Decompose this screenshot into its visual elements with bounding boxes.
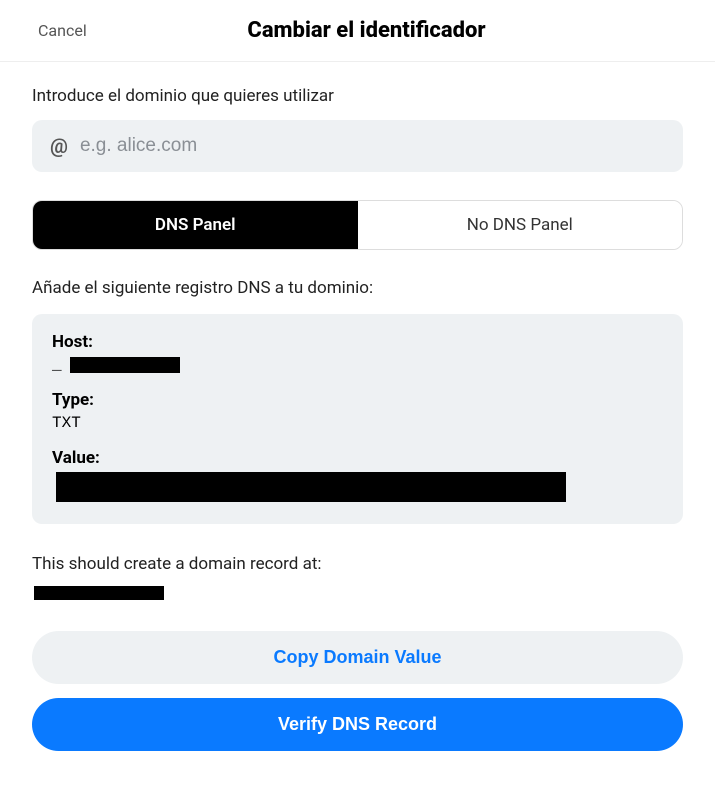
copy-domain-value-button[interactable]: Copy Domain Value [32, 631, 683, 684]
dns-host-field: Host: _ [52, 332, 663, 374]
domain-input-wrap[interactable]: @ [32, 120, 683, 172]
tab-group: DNS Panel No DNS Panel [32, 200, 683, 250]
domain-intro-label: Introduce el dominio que quieres utiliza… [32, 86, 683, 106]
modal-title: Cambiar el identificador [247, 18, 485, 43]
verify-dns-record-button[interactable]: Verify DNS Record [32, 698, 683, 751]
dns-record-box: Host: _ Type: TXT Value: [32, 314, 683, 524]
at-icon: @ [50, 134, 68, 158]
dns-value-field: Value: [52, 448, 663, 502]
redacted-host [70, 357, 180, 373]
tab-dns-panel[interactable]: DNS Panel [33, 201, 358, 249]
dns-instruction: Añade el siguiente registro DNS a tu dom… [32, 278, 683, 298]
record-note: This should create a domain record at: [32, 554, 683, 574]
dns-host-value: _ [52, 356, 663, 374]
tab-no-dns-panel[interactable]: No DNS Panel [358, 201, 683, 249]
dns-value-label: Value: [52, 448, 663, 468]
record-value [32, 582, 683, 601]
dns-host-label: Host: [52, 332, 663, 352]
scroll-area[interactable]: Introduce el dominio que quieres utiliza… [0, 62, 715, 787]
domain-input[interactable] [80, 135, 665, 157]
redacted-value [56, 472, 566, 502]
dns-type-value: TXT [52, 414, 663, 432]
cancel-button[interactable]: Cancel [38, 21, 87, 40]
dns-type-label: Type: [52, 390, 663, 410]
modal-header: Cancel Cambiar el identificador [0, 0, 715, 62]
dns-type-field: Type: TXT [52, 390, 663, 432]
content: Introduce el dominio que quieres utiliza… [0, 62, 715, 787]
dns-value-value [52, 472, 663, 502]
redacted-record [34, 586, 164, 600]
